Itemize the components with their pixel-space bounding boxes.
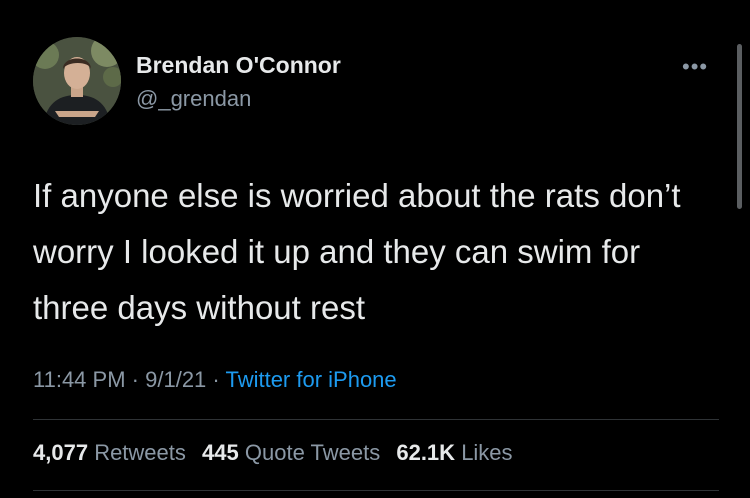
likes-count: 62.1K <box>396 440 456 465</box>
divider <box>33 490 719 491</box>
retweets-count: 4,077 <box>33 440 89 465</box>
quote-tweets-count: 445 <box>202 440 239 465</box>
likes-stat[interactable]: 62.1K Likes <box>396 440 512 465</box>
avatar[interactable] <box>33 37 121 125</box>
quote-tweets-stat[interactable]: 445 Quote Tweets <box>202 440 380 465</box>
retweets-label: Retweets <box>94 440 186 465</box>
tweet-meta: 11:44 PM · 9/1/21 · Twitter for iPhone <box>33 367 397 393</box>
meta-separator: · <box>212 367 220 392</box>
tweet-time[interactable]: 11:44 PM <box>33 367 126 392</box>
meta-separator: · <box>131 367 139 392</box>
retweets-stat[interactable]: 4,077 Retweets <box>33 440 186 465</box>
author-handle[interactable]: @_grendan <box>136 86 251 112</box>
likes-label: Likes <box>461 440 513 465</box>
quote-tweets-label: Quote Tweets <box>244 440 381 465</box>
tweet-stats: 4,077 Retweets 445 Quote Tweets 62.1K Li… <box>33 440 523 466</box>
tweet-source-link[interactable]: Twitter for iPhone <box>225 367 396 392</box>
author-name[interactable]: Brendan O'Connor <box>136 52 341 79</box>
tweet-text: If anyone else is worried about the rats… <box>33 177 681 326</box>
scrollbar[interactable] <box>737 44 742 209</box>
more-horizontal-icon[interactable]: ••• <box>682 54 708 80</box>
tweet-date[interactable]: 9/1/21 <box>145 367 206 392</box>
avatar-photo <box>33 37 121 125</box>
divider <box>33 419 719 420</box>
